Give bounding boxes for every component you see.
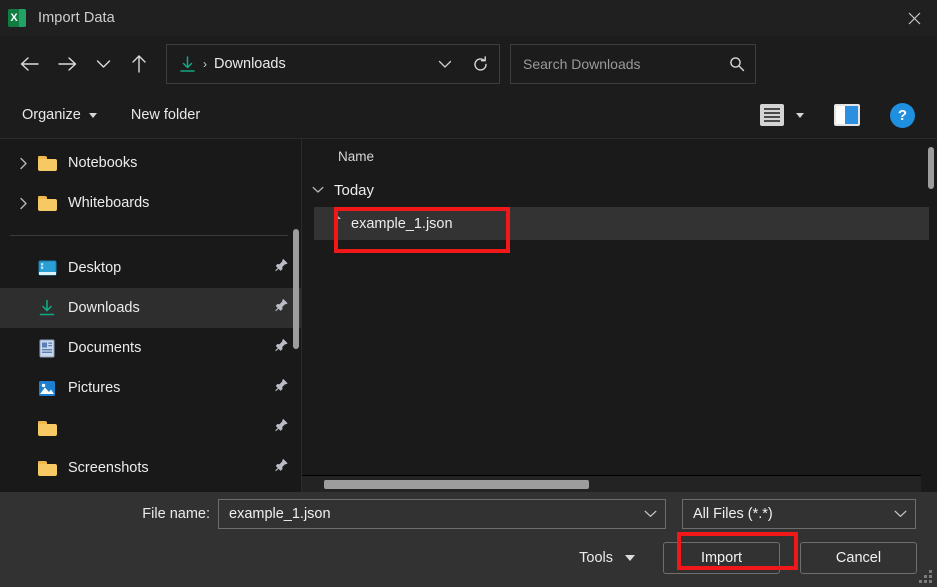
view-layout-icon xyxy=(760,104,784,126)
column-header-name[interactable]: Name xyxy=(302,139,937,173)
preview-pane-button[interactable] xyxy=(826,98,868,132)
desktop-icon xyxy=(36,260,58,277)
file-group-label: Today xyxy=(334,181,375,199)
back-button[interactable] xyxy=(10,46,48,82)
file-name-value: example_1.json xyxy=(229,506,331,522)
tools-button[interactable]: Tools xyxy=(567,543,647,573)
folder-icon xyxy=(36,460,58,476)
sidebar-item-label: Pictures xyxy=(68,380,121,396)
file-row-example-1-json[interactable]: example_1.json xyxy=(314,207,929,240)
sidebar-item-screenshots[interactable]: Screenshots xyxy=(0,448,302,488)
chevron-down-icon xyxy=(625,555,635,561)
file-type-value: All Files (*.*) xyxy=(693,506,773,522)
title-bar: X Import Data xyxy=(0,0,937,36)
file-name-input[interactable]: example_1.json xyxy=(218,499,666,529)
file-list-pane: Name Today example_1.json xyxy=(302,139,937,492)
sidebar-item-label: Whiteboards xyxy=(68,195,150,211)
up-button[interactable] xyxy=(120,46,158,82)
pictures-icon xyxy=(36,380,58,397)
sidebar-item-label: Screenshots xyxy=(68,460,149,476)
pin-icon[interactable] xyxy=(274,459,288,478)
folder-icon xyxy=(36,420,58,436)
tools-label: Tools xyxy=(579,550,613,566)
help-button[interactable]: ? xyxy=(882,97,923,134)
pin-icon[interactable] xyxy=(274,339,288,358)
folder-icon xyxy=(36,195,58,211)
pin-icon[interactable] xyxy=(274,299,288,318)
command-bar: Organize New folder ? xyxy=(0,92,937,138)
scrollbar-thumb[interactable] xyxy=(324,480,589,489)
refresh-icon[interactable] xyxy=(466,55,491,73)
dialog-footer: File name: example_1.json All Files (*.*… xyxy=(0,492,937,587)
organize-button[interactable]: Organize xyxy=(14,101,105,129)
sidebar-item-label: Notebooks xyxy=(68,155,138,171)
import-data-dialog: X Import Data › Downloads Search Downloa… xyxy=(0,0,937,587)
sidebar-item-label: Desktop xyxy=(68,260,122,276)
view-layout-button[interactable] xyxy=(752,98,812,132)
file-name-row: File name: example_1.json All Files (*.*… xyxy=(0,492,937,536)
sidebar-item-label: Downloads xyxy=(68,300,140,316)
chevron-down-icon[interactable] xyxy=(310,186,326,194)
downloads-icon xyxy=(36,299,58,317)
file-group-today[interactable]: Today xyxy=(302,173,937,207)
sidebar-item-unnamed-folder[interactable] xyxy=(0,408,302,448)
downloads-arrow-icon xyxy=(180,55,195,72)
sidebar-item-downloads[interactable]: Downloads xyxy=(0,288,302,328)
chevron-down-icon xyxy=(88,112,97,118)
address-dropdown-icon[interactable] xyxy=(432,60,458,69)
preview-pane-icon xyxy=(834,104,860,126)
dialog-body: Notebooks Whiteboards Desktop Downloads … xyxy=(0,138,937,492)
new-folder-label: New folder xyxy=(130,107,201,123)
sidebar-divider xyxy=(10,235,288,236)
search-input[interactable] xyxy=(523,56,729,72)
recent-locations-button[interactable] xyxy=(86,46,120,82)
sidebar-item-label: Documents xyxy=(68,340,142,356)
search-box[interactable] xyxy=(510,44,756,84)
excel-icon: X xyxy=(8,9,26,27)
help-icon: ? xyxy=(890,102,915,128)
chevron-right-icon[interactable] xyxy=(10,157,36,170)
chevron-right-icon[interactable] xyxy=(10,197,36,210)
window-title: Import Data xyxy=(38,10,115,26)
forward-button[interactable] xyxy=(48,46,86,82)
pin-icon[interactable] xyxy=(274,419,288,438)
new-folder-button[interactable]: New folder xyxy=(123,101,208,129)
chevron-down-icon[interactable] xyxy=(644,510,657,518)
chevron-down-icon xyxy=(796,112,804,118)
search-icon xyxy=(729,56,745,72)
sidebar-item-documents[interactable]: Documents xyxy=(0,328,302,368)
resize-grip-icon[interactable] xyxy=(918,569,932,583)
address-bar[interactable]: › Downloads xyxy=(166,44,500,84)
chevron-down-icon[interactable] xyxy=(894,510,907,518)
sidebar-item-desktop[interactable]: Desktop xyxy=(0,248,302,288)
file-name-label: example_1.json xyxy=(351,215,453,232)
file-list-horizontal-scrollbar[interactable] xyxy=(302,475,921,492)
pin-icon[interactable] xyxy=(274,259,288,278)
breadcrumb-separator: › xyxy=(203,57,207,71)
navigation-bar: › Downloads xyxy=(0,36,937,92)
close-button[interactable] xyxy=(891,0,937,36)
sidebar-item-whiteboards[interactable]: Whiteboards xyxy=(0,183,302,223)
file-type-select[interactable]: All Files (*.*) xyxy=(682,499,916,529)
folder-icon xyxy=(36,155,58,171)
sidebar-item-pictures[interactable]: Pictures xyxy=(0,368,302,408)
sidebar-scrollbar[interactable] xyxy=(293,229,299,349)
pin-icon[interactable] xyxy=(274,379,288,398)
organize-label: Organize xyxy=(22,107,81,123)
breadcrumb-downloads[interactable]: Downloads xyxy=(214,56,286,72)
dialog-button-row: Tools Import Cancel xyxy=(0,542,937,574)
documents-icon xyxy=(36,339,58,358)
file-name-label: File name: xyxy=(142,506,210,522)
file-icon xyxy=(326,214,341,233)
navigation-sidebar: Notebooks Whiteboards Desktop Downloads … xyxy=(0,139,302,492)
cancel-button[interactable]: Cancel xyxy=(800,542,917,574)
import-button[interactable]: Import xyxy=(663,542,780,574)
file-list-vertical-scrollbar[interactable] xyxy=(928,147,934,189)
sidebar-item-notebooks[interactable]: Notebooks xyxy=(0,143,302,183)
